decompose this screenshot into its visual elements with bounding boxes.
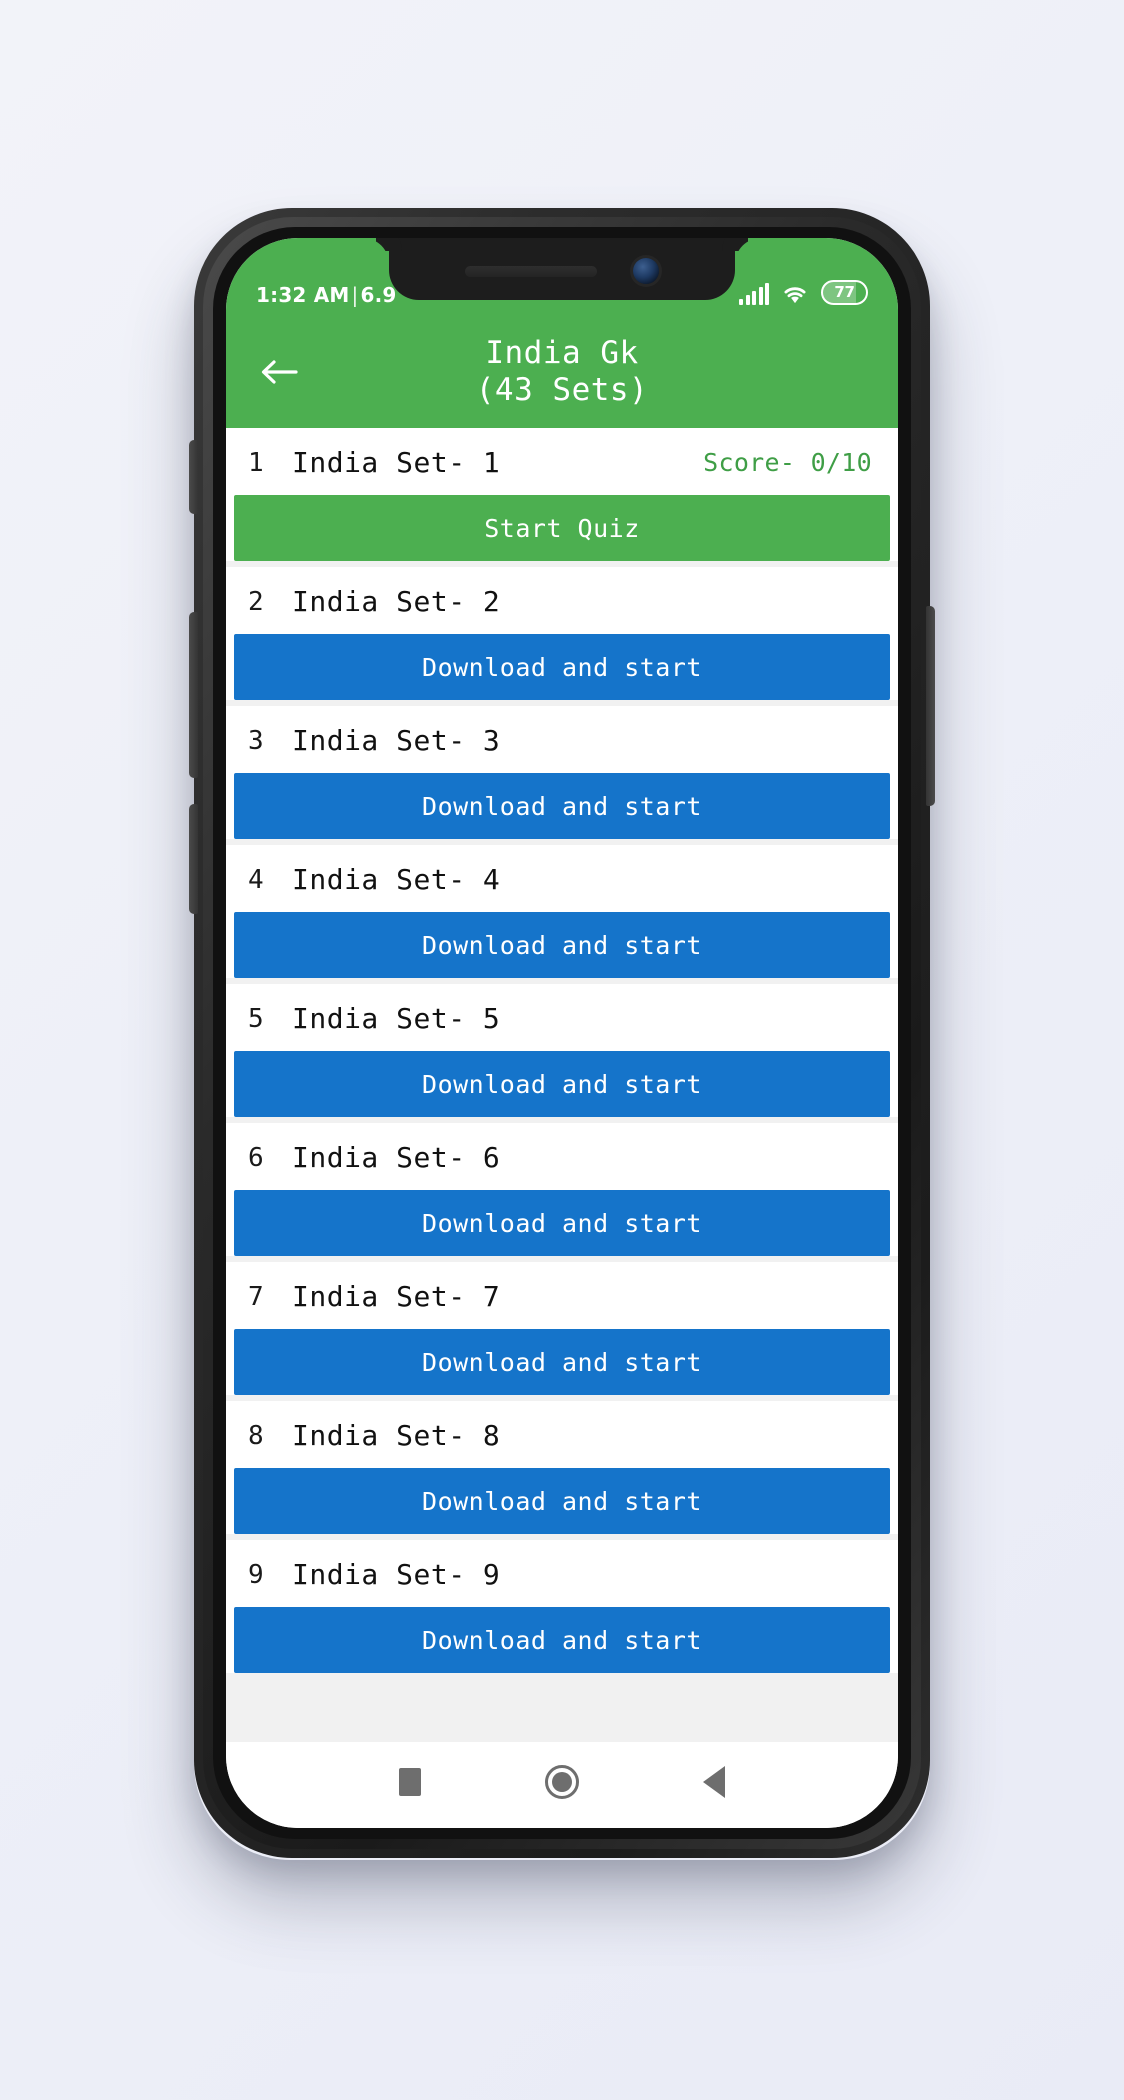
android-navigation-bar	[226, 1742, 898, 1828]
start-quiz-button[interactable]: Start Quiz	[234, 495, 890, 561]
quiz-set-row: 7 India Set- 7 Download and start	[226, 1262, 898, 1395]
quiz-set-name: India Set- 2	[292, 585, 501, 618]
quiz-set-header: 1 India Set- 1 Score- 0/10	[226, 428, 898, 495]
quiz-set-row: 8 India Set- 8 Download and start	[226, 1401, 898, 1534]
quiz-set-header: 5 India Set- 5	[226, 984, 898, 1051]
battery-icon: 77	[821, 280, 868, 305]
quiz-set-score: Score- 0/10	[703, 448, 872, 477]
back-arrow-icon[interactable]	[256, 349, 302, 395]
circle-home-icon[interactable]	[545, 1765, 579, 1799]
page-subtitle: (43 Sets)	[475, 372, 649, 408]
quiz-set-name: India Set- 8	[292, 1419, 501, 1452]
quiz-set-list[interactable]: 1 India Set- 1 Score- 0/10 Start Quiz 2 India…	[226, 428, 898, 1742]
quiz-set-row: 9 India Set- 9 Download and start	[226, 1540, 898, 1673]
quiz-set-name: India Set- 3	[292, 724, 501, 757]
page-title: India Gk	[485, 335, 639, 372]
download-and-start-button[interactable]: Download and start	[234, 1329, 890, 1395]
status-bar-left: 1:32 AM | 6.9	[252, 283, 396, 307]
status-bar-right: 77	[739, 280, 872, 307]
quiz-set-index: 7	[248, 1281, 264, 1312]
quiz-set-row: 6 India Set- 6 Download and start	[226, 1123, 898, 1256]
status-separator: |	[351, 283, 359, 307]
download-and-start-button[interactable]: Download and start	[234, 1468, 890, 1534]
quiz-set-name: India Set- 1	[292, 446, 501, 479]
download-and-start-button[interactable]: Download and start	[234, 1607, 890, 1673]
download-and-start-button[interactable]: Download and start	[234, 773, 890, 839]
quiz-set-row: 2 India Set- 2 Download and start	[226, 567, 898, 700]
quiz-set-header: 6 India Set- 6	[226, 1123, 898, 1190]
download-and-start-button[interactable]: Download and start	[234, 912, 890, 978]
quiz-set-name: India Set- 7	[292, 1280, 501, 1313]
quiz-set-row: 4 India Set- 4 Download and start	[226, 845, 898, 978]
signal-bars-icon	[739, 283, 769, 305]
quiz-set-index: 5	[248, 1003, 264, 1034]
earpiece-speaker	[465, 265, 597, 277]
phone-body: 1:32 AM | 6.9 77 India Gk (43 Sets) 1 In…	[189, 208, 935, 1858]
quiz-set-header: 3 India Set- 3	[226, 706, 898, 773]
volume-up-button[interactable]	[189, 612, 198, 778]
download-and-start-button[interactable]: Download and start	[234, 1190, 890, 1256]
app-bar: India Gk (43 Sets)	[226, 316, 898, 428]
phone-notch	[389, 238, 735, 300]
quiz-set-row: 3 India Set- 3 Download and start	[226, 706, 898, 839]
quiz-set-header: 8 India Set- 8	[226, 1401, 898, 1468]
status-data-rate: 6.9	[360, 283, 397, 307]
quiz-set-name: India Set- 9	[292, 1558, 501, 1591]
front-camera	[633, 258, 659, 284]
quiz-set-header: 7 India Set- 7	[226, 1262, 898, 1329]
square-recents-icon[interactable]	[399, 1768, 421, 1796]
quiz-set-row: 1 India Set- 1 Score- 0/10 Start Quiz	[226, 428, 898, 561]
status-bar: 1:32 AM | 6.9 77	[226, 238, 898, 316]
quiz-set-header: 2 India Set- 2	[226, 567, 898, 634]
quiz-set-name: India Set- 5	[292, 1002, 501, 1035]
quiz-set-index: 2	[248, 586, 264, 617]
app-bar-titles: India Gk (43 Sets)	[226, 335, 898, 408]
status-time: 1:32 AM	[256, 283, 350, 307]
quiz-set-header: 9 India Set- 9	[226, 1540, 898, 1607]
quiz-set-index: 8	[248, 1420, 264, 1451]
quiz-set-index: 6	[248, 1142, 264, 1173]
quiz-set-index: 4	[248, 864, 264, 895]
quiz-set-index: 3	[248, 725, 264, 756]
volume-down-button[interactable]	[189, 804, 198, 914]
quiz-set-index: 9	[248, 1559, 264, 1590]
wifi-icon	[784, 287, 806, 304]
download-and-start-button[interactable]: Download and start	[234, 1051, 890, 1117]
battery-level-text: 77	[834, 283, 855, 301]
silent-switch-button[interactable]	[189, 440, 198, 514]
triangle-back-icon[interactable]	[703, 1766, 725, 1798]
phone-screen: 1:32 AM | 6.9 77 India Gk (43 Sets) 1 In…	[226, 238, 898, 1828]
quiz-set-index: 1	[248, 447, 264, 478]
quiz-set-row: 5 India Set- 5 Download and start	[226, 984, 898, 1117]
quiz-set-header: 4 India Set- 4	[226, 845, 898, 912]
quiz-set-name: India Set- 4	[292, 863, 501, 896]
phone-mockup: 1:32 AM | 6.9 77 India Gk (43 Sets) 1 In…	[166, 196, 958, 1876]
download-and-start-button[interactable]: Download and start	[234, 634, 890, 700]
power-button[interactable]	[926, 606, 935, 806]
quiz-set-name: India Set- 6	[292, 1141, 501, 1174]
